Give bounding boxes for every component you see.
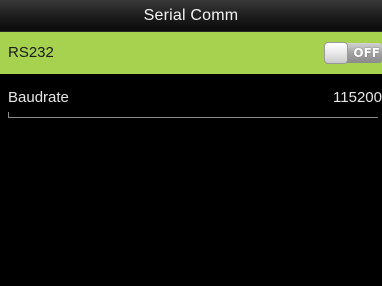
menu-item-label: Baudrate: [8, 89, 69, 106]
menu-item-label: RS232: [8, 44, 54, 61]
rs232-toggle[interactable]: OFF: [324, 42, 382, 64]
toggle-knob: [324, 42, 348, 64]
baudrate-value: 115200: [333, 89, 382, 106]
row-divider: [8, 112, 378, 118]
toggle-state-label: OFF: [344, 43, 382, 63]
page-title: Serial Comm: [0, 0, 382, 32]
menu-item-rs232[interactable]: RS232 OFF: [0, 32, 382, 74]
serial-comm-screen: Serial Comm RS232 OFF Baudrate 115200: [0, 0, 382, 286]
menu-item-baudrate[interactable]: Baudrate 115200: [0, 78, 382, 118]
